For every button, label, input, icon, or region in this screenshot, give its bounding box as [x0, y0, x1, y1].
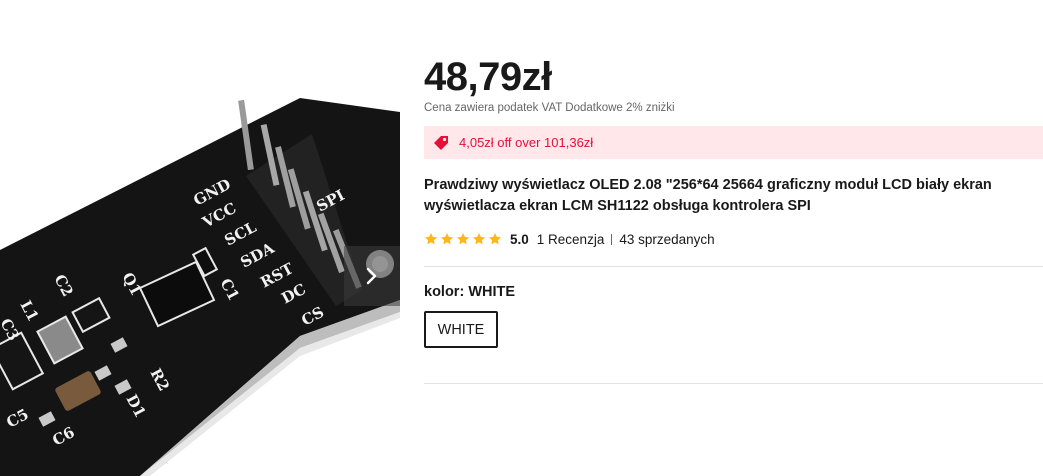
star-icon	[456, 233, 470, 245]
color-label-text: kolor:	[424, 284, 469, 300]
next-image-button[interactable]	[344, 246, 400, 306]
star-icon	[488, 233, 502, 245]
product-image-gallery[interactable]: GND VCC SCL SDA RST DC CS SPI Q1 C1 C2 L…	[0, 0, 400, 476]
color-label: kolor: WHITE	[424, 284, 515, 300]
product-info: 48,79zł Cena zawiera podatek VAT Dodatko…	[424, 0, 1043, 476]
rating-score: 5.0	[510, 231, 529, 247]
star-rating	[424, 232, 502, 246]
star-icon	[424, 233, 438, 245]
star-icon	[472, 233, 486, 245]
divider	[424, 266, 1043, 267]
divider	[611, 233, 613, 245]
product-price: 48,79zł	[424, 55, 552, 99]
sold-count: 43 sprzedanych	[619, 231, 715, 247]
star-icon	[440, 233, 454, 245]
tag-icon	[434, 135, 448, 150]
color-selected-value: WHITE	[468, 284, 516, 300]
tax-note: Cena zawiera podatek VAT Dodatkowe 2% zn…	[424, 102, 675, 114]
product-title: Prawdziwy wyświetlacz OLED 2.08 "256*64 …	[424, 177, 992, 214]
color-option-white[interactable]: WHITE	[424, 311, 498, 348]
product-image: GND VCC SCL SDA RST DC CS SPI Q1 C1 C2 L…	[0, 98, 400, 476]
divider	[424, 383, 1043, 384]
chevron-right-icon	[366, 267, 377, 285]
rating-row[interactable]: 5.0 1 Recenzja 43 sprzedanych	[424, 230, 715, 248]
coupon-text: 4,05zł off over 101,36zł	[459, 135, 594, 150]
coupon-banner[interactable]: 4,05zł off over 101,36zł	[424, 126, 1043, 159]
reviews-link[interactable]: 1 Recenzja	[537, 232, 605, 247]
